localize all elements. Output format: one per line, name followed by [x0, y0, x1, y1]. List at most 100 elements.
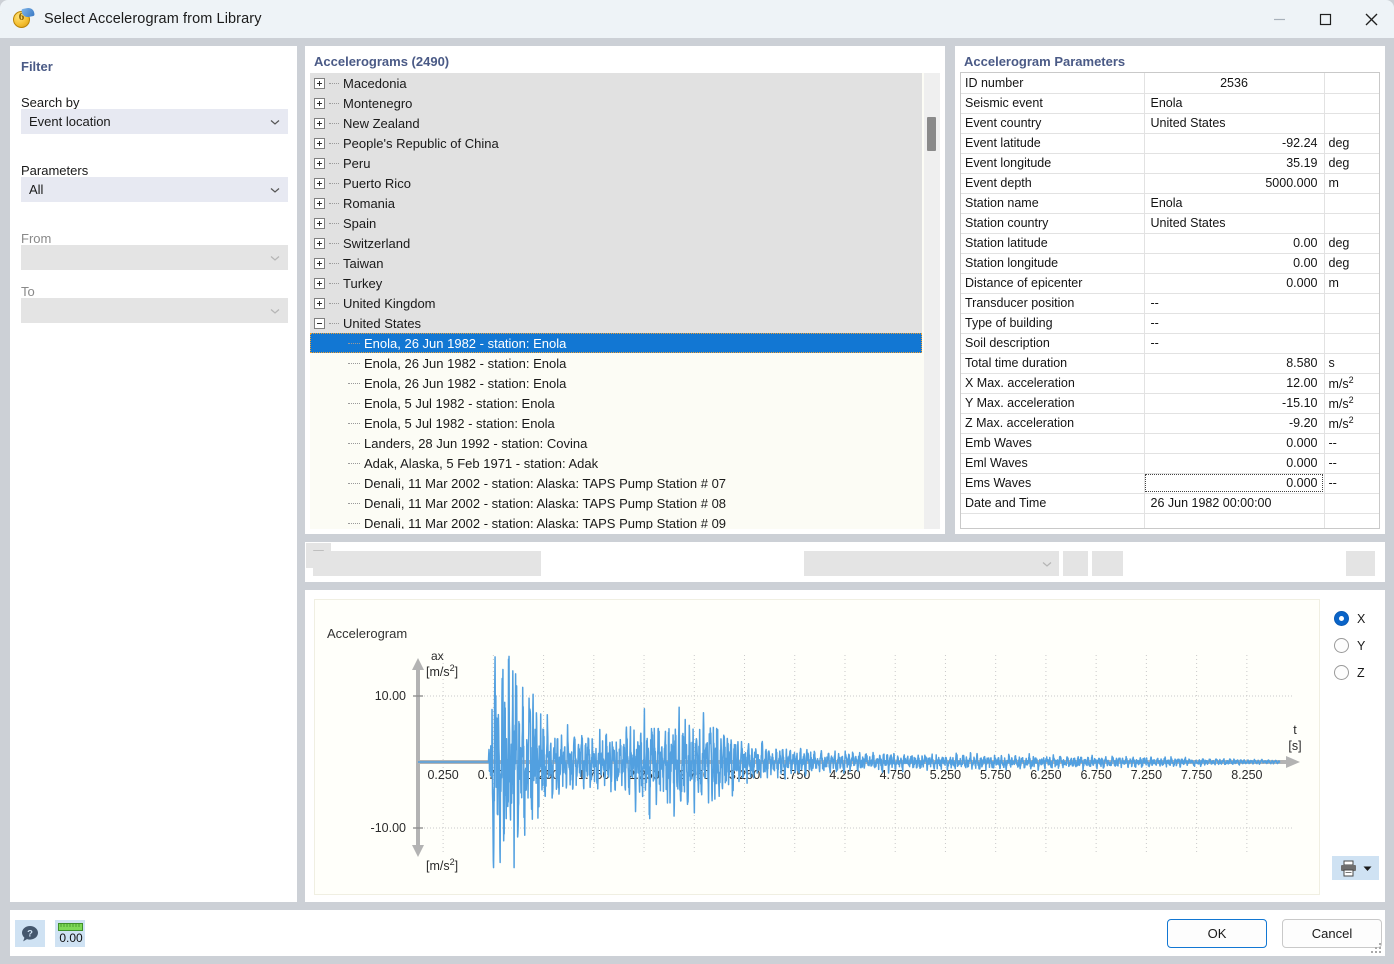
tree-country-node[interactable]: Spain	[310, 213, 922, 233]
parameter-value[interactable]: 35.19	[1144, 153, 1324, 173]
radio-icon[interactable]	[1334, 638, 1349, 653]
parameter-row[interactable]: Station latitude0.00deg	[961, 233, 1380, 253]
expand-icon[interactable]	[314, 78, 325, 89]
tree-accelerogram-node[interactable]: Landers, 28 Jun 1992 - station: Covina	[310, 433, 922, 453]
parameter-value[interactable]: United States	[1144, 213, 1324, 233]
parameter-row[interactable]: Y Max. acceleration-15.10m/s2	[961, 393, 1380, 413]
expand-icon[interactable]	[314, 198, 325, 209]
axis-radio-y[interactable]: Y	[1334, 632, 1390, 659]
tree-accelerogram-node[interactable]: Enola, 26 Jun 1982 - station: Enola	[310, 333, 922, 353]
help-button[interactable]: ?	[15, 920, 45, 947]
expand-icon[interactable]	[314, 238, 325, 249]
tree-accelerogram-node[interactable]: Enola, 5 Jul 1982 - station: Enola	[310, 393, 922, 413]
tree-country-node[interactable]: Puerto Rico	[310, 173, 922, 193]
tree-scrollbar-thumb[interactable]	[927, 117, 936, 151]
tree-accelerogram-node[interactable]: Enola, 5 Jul 1982 - station: Enola	[310, 413, 922, 433]
tree-country-node[interactable]: Turkey	[310, 273, 922, 293]
parameter-value[interactable]: Enola	[1144, 193, 1324, 213]
parameter-row[interactable]: Emb Waves0.000--	[961, 433, 1380, 453]
expand-icon[interactable]	[314, 278, 325, 289]
expand-icon[interactable]	[314, 118, 325, 129]
tree-country-node[interactable]: New Zealand	[310, 113, 922, 133]
close-button[interactable]	[1348, 0, 1394, 38]
tree-country-node[interactable]: Montenegro	[310, 93, 922, 113]
parameter-row[interactable]: X Max. acceleration12.00m/s2	[961, 373, 1380, 393]
maximize-button[interactable]	[1302, 0, 1348, 38]
tree-country-node[interactable]: United States	[310, 313, 922, 333]
parameter-row[interactable]: Station nameEnola	[961, 193, 1380, 213]
parameter-row[interactable]: Eml Waves0.000--	[961, 453, 1380, 473]
parameter-row[interactable]: Date and Time26 Jun 1982 00:00:00	[961, 493, 1380, 513]
parameter-row[interactable]: Event latitude-92.24deg	[961, 133, 1380, 153]
collapse-icon[interactable]	[314, 318, 325, 329]
parameter-row[interactable]: Total time duration8.580s	[961, 353, 1380, 373]
parameter-value[interactable]: 26 Jun 1982 00:00:00	[1144, 493, 1324, 513]
parameter-value[interactable]: -15.10	[1144, 393, 1324, 413]
parameter-row[interactable]: Seismic eventEnola	[961, 93, 1380, 113]
toolbar-select[interactable]	[804, 551, 1059, 576]
parameter-value[interactable]: 0.000	[1144, 273, 1324, 293]
parameter-row[interactable]: Ems Waves0.000--	[961, 473, 1380, 493]
parameter-value[interactable]: 0.00	[1144, 233, 1324, 253]
parameter-value[interactable]: -9.20	[1144, 413, 1324, 433]
parameter-row[interactable]: Event depth5000.000m	[961, 173, 1380, 193]
expand-icon[interactable]	[314, 218, 325, 229]
parameter-value[interactable]: 0.00	[1144, 253, 1324, 273]
parameter-value[interactable]: --	[1144, 333, 1324, 353]
ok-button[interactable]: OK	[1167, 919, 1267, 948]
parameter-value[interactable]: 2536	[1144, 73, 1324, 93]
parameter-row[interactable]: Z Max. acceleration-9.20m/s2	[961, 413, 1380, 433]
expand-icon[interactable]	[314, 138, 325, 149]
radio-icon[interactable]	[1334, 611, 1349, 626]
expand-icon[interactable]	[314, 258, 325, 269]
tree-scrollbar[interactable]	[924, 73, 940, 529]
tree-country-node[interactable]: Peru	[310, 153, 922, 173]
parameter-value[interactable]: -92.24	[1144, 133, 1324, 153]
tree-country-node[interactable]: People's Republic of China	[310, 133, 922, 153]
parameter-row[interactable]: Transducer position--	[961, 293, 1380, 313]
parameter-value[interactable]: 0.000	[1144, 433, 1324, 453]
parameter-value[interactable]: 0.000	[1144, 473, 1324, 493]
search-input[interactable]	[313, 551, 541, 576]
parameter-value[interactable]: --	[1144, 293, 1324, 313]
tree-accelerogram-node[interactable]: Enola, 26 Jun 1982 - station: Enola	[310, 353, 922, 373]
parameter-value[interactable]: --	[1144, 313, 1324, 333]
tree-country-node[interactable]: Romania	[310, 193, 922, 213]
tree-country-node[interactable]: United Kingdom	[310, 293, 922, 313]
radio-icon[interactable]	[1334, 665, 1349, 680]
parameters-select[interactable]: All	[21, 177, 288, 202]
resize-grip[interactable]	[1370, 942, 1382, 954]
parameter-row[interactable]: Event longitude35.19deg	[961, 153, 1380, 173]
parameter-value[interactable]: United States	[1144, 113, 1324, 133]
parameter-row[interactable]: Event countryUnited States	[961, 113, 1380, 133]
print-button[interactable]	[1332, 856, 1379, 880]
toolbar-button-1[interactable]	[1063, 551, 1088, 576]
cancel-button[interactable]: Cancel	[1282, 919, 1382, 948]
parameter-value[interactable]: Enola	[1144, 93, 1324, 113]
expand-icon[interactable]	[314, 178, 325, 189]
axis-radio-x[interactable]: X	[1334, 605, 1390, 632]
minimize-button[interactable]	[1256, 0, 1302, 38]
parameter-row[interactable]: ID number2536	[961, 73, 1380, 93]
parameter-row[interactable]: Station longitude0.00deg	[961, 253, 1380, 273]
tree-accelerogram-node[interactable]: Denali, 11 Mar 2002 - station: Alaska: T…	[310, 513, 922, 529]
expand-icon[interactable]	[314, 98, 325, 109]
parameter-row[interactable]: Distance of epicenter0.000m	[961, 273, 1380, 293]
expand-icon[interactable]	[314, 298, 325, 309]
parameter-row[interactable]: Soil description--	[961, 333, 1380, 353]
search-by-select[interactable]: Event location	[21, 109, 288, 134]
parameter-value[interactable]: 0.000	[1144, 453, 1324, 473]
tree-accelerogram-node[interactable]: Enola, 26 Jun 1982 - station: Enola	[310, 373, 922, 393]
expand-icon[interactable]	[314, 158, 325, 169]
tree-accelerogram-node[interactable]: Denali, 11 Mar 2002 - station: Alaska: T…	[310, 473, 922, 493]
parameter-value[interactable]: 8.580	[1144, 353, 1324, 373]
axis-radio-z[interactable]: Z	[1334, 659, 1390, 686]
tree-country-node[interactable]: Switzerland	[310, 233, 922, 253]
units-precision-button[interactable]: 0.00	[55, 920, 85, 947]
tree-country-node[interactable]: Macedonia	[310, 73, 922, 93]
parameter-value[interactable]: 5000.000	[1144, 173, 1324, 193]
tree-accelerogram-node[interactable]: Adak, Alaska, 5 Feb 1971 - station: Adak	[310, 453, 922, 473]
parameter-value[interactable]: 12.00	[1144, 373, 1324, 393]
tree-country-node[interactable]: Taiwan	[310, 253, 922, 273]
toolbar-button-3[interactable]	[1346, 551, 1375, 576]
